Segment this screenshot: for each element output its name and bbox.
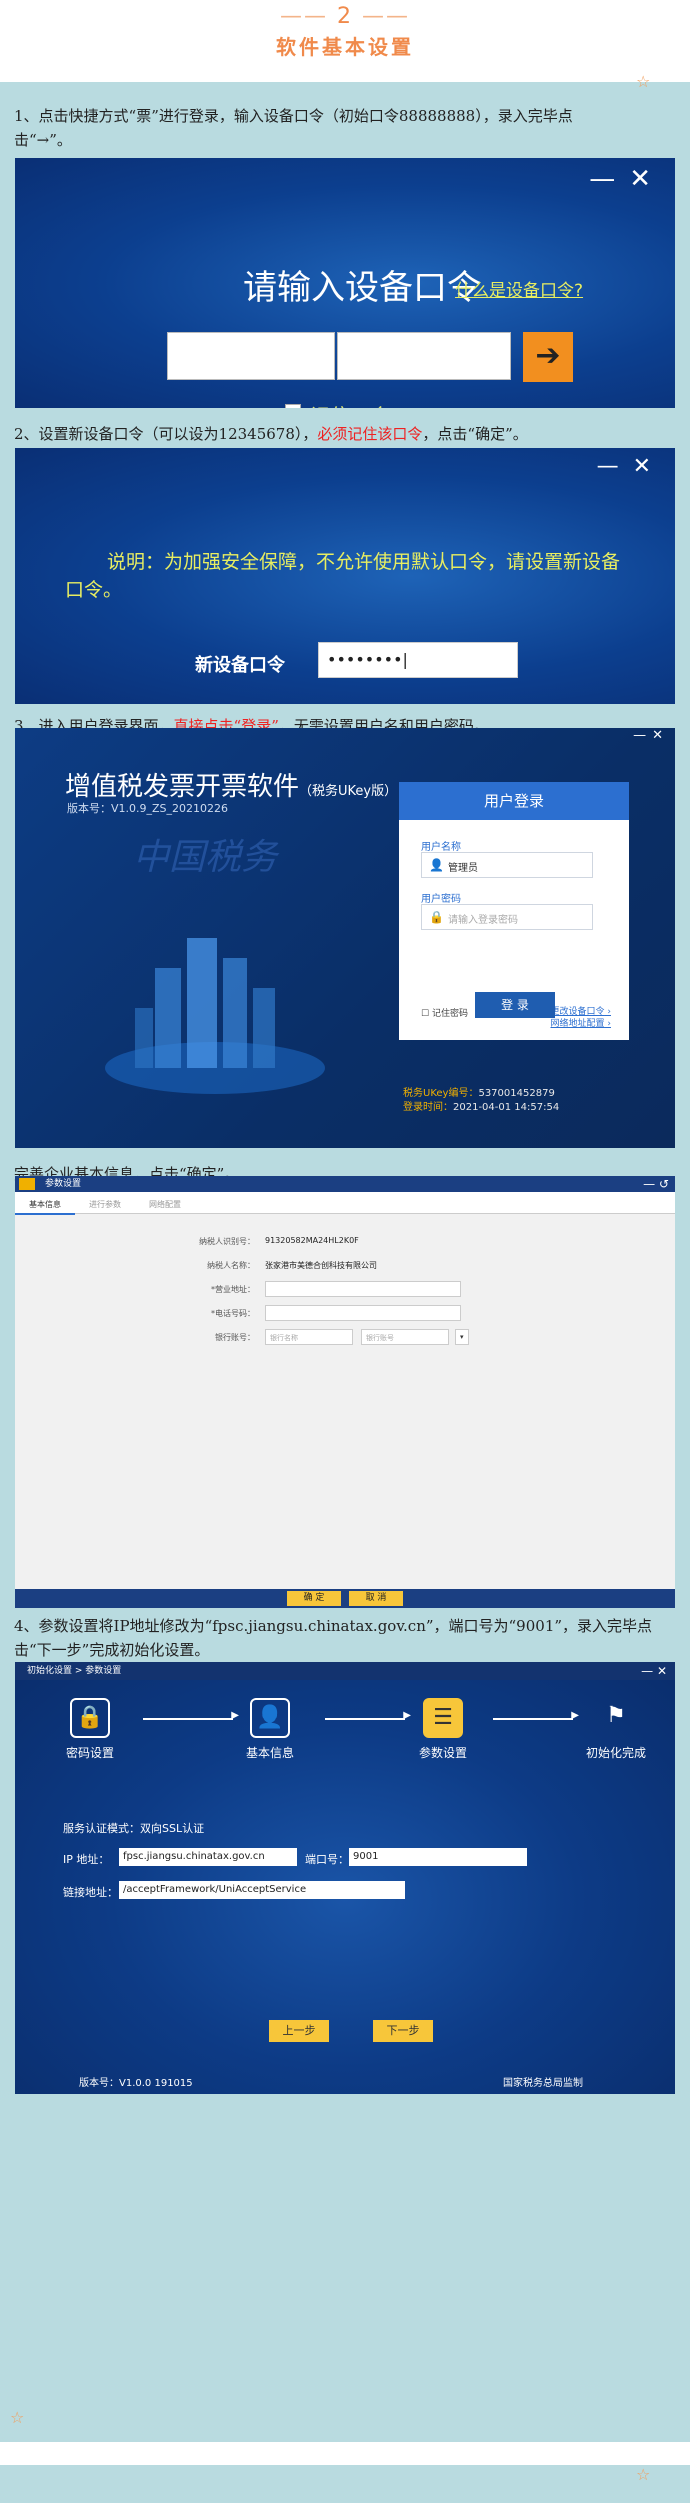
close-icon[interactable]: ✕ (633, 454, 665, 479)
login-time: 登录时间：2021-04-01 14:57:54 (403, 1102, 560, 1113)
page: —— 2 —— 软件基本设置 ☆ 1、点击快捷方式“票”进行登录，输入设备口令（… (0, 0, 690, 2503)
password-label: 用户密码 (421, 894, 461, 905)
dropdown-icon[interactable]: ▾ (455, 1329, 469, 1345)
window-title: 参数设置 (45, 1179, 82, 1189)
close-icon[interactable]: ✕ (629, 164, 665, 194)
device-password-dialog: —✕ 请输入设备口令 什么是设备口令? ➔ 记住口令 (15, 158, 675, 408)
step2-text: 2、设置新设备口令（可以设为12345678），必须记住该口令，点击“确定”。 (14, 425, 528, 443)
star-icon: ☆ (636, 2465, 651, 2484)
app-version: 版本号：V1.0.9_ZS_20210226 (67, 802, 229, 815)
minimize-icon[interactable]: — (641, 1664, 653, 1678)
tab-params[interactable]: 进行参数 (75, 1193, 135, 1215)
form-row: *营业地址： (15, 1280, 675, 1300)
security-note: 说明：为加强安全保障，不允许使用默认口令，请设置新设备口令。 (65, 551, 621, 601)
close-icon[interactable]: ✕ (652, 728, 669, 743)
section-title: 软件基本设置 (276, 35, 414, 59)
minimize-icon[interactable]: — (633, 728, 652, 743)
form-row: 纳税人名称： 张家港市美德合创科技有限公司 (207, 1261, 377, 1270)
app-logo-icon (19, 1178, 35, 1190)
cancel-button[interactable]: 取 消 (349, 1591, 403, 1606)
form-row: 纳税人识别号： 91320582MA24HL2K0F (199, 1236, 359, 1246)
password-input-1[interactable] (167, 332, 335, 380)
footer-version: 版本号：V1.0.0 191015 (79, 2078, 193, 2089)
lock-icon: 🔒 (429, 910, 444, 924)
login-window: —✕ 增值税发票开票软件（税务UKey版） 版本号：V1.0.9_ZS_2021… (15, 728, 675, 1148)
minimize-icon[interactable]: — (589, 164, 629, 194)
arrow-icon (143, 1710, 239, 1721)
back-icon[interactable]: ↺ (659, 1177, 669, 1191)
step-basic-info: 👤 基本信息 (225, 1698, 315, 1761)
confirm-button[interactable]: 确 定 (287, 1591, 341, 1606)
step-params: ☰ 参数设置 (398, 1698, 488, 1761)
section-header: —— 2 —— 软件基本设置 (0, 0, 690, 80)
network-config-link[interactable]: 网络地址配置 › (551, 1016, 611, 1029)
minimize-icon[interactable]: — (597, 454, 633, 479)
auth-mode: 服务认证模式：双向SSL认证 (63, 1822, 205, 1835)
brand-logo-text: 中国税务 (133, 837, 278, 878)
tab-basic-info[interactable]: 基本信息 (15, 1193, 75, 1215)
login-card-title: 用户登录 (399, 782, 629, 820)
link-input[interactable]: /acceptFramework/UniAcceptService (119, 1881, 405, 1899)
address-input[interactable] (265, 1281, 461, 1297)
step-password: 🔒 密码设置 (45, 1698, 135, 1761)
port-input[interactable]: 9001 (349, 1848, 527, 1866)
bank-name-input[interactable]: 银行名称 (265, 1329, 353, 1345)
next-button[interactable]: 下一步 (373, 2020, 433, 2042)
password-input-2[interactable] (337, 332, 511, 380)
tab-network[interactable]: 网络配置 (135, 1193, 195, 1215)
star-icon: ☆ (636, 72, 651, 91)
step-done: ⚑ 初始化完成 (571, 1698, 661, 1761)
settings-icon: ☰ (423, 1698, 463, 1738)
arrow-icon (325, 1710, 411, 1721)
port-label: 端口号： (305, 1853, 349, 1866)
footer-bar: 确 定 取 消 (15, 1589, 675, 1608)
app-title: 增值税发票开票软件（税务UKey版） (65, 772, 398, 802)
phone-input[interactable] (265, 1305, 461, 1321)
footer-org: 国家税务总局监制 (503, 2078, 583, 2089)
dialog-prompt: 请输入设备口令 (243, 268, 481, 308)
section-number: 2 (337, 4, 353, 29)
user-icon: 👤 (429, 858, 444, 872)
settings-window: 参数设置 — ↺ 基本信息 进行参数 网络配置 纳税人识别号： 91320582MA24… (15, 1176, 675, 1608)
link-label: 链接地址： (63, 1886, 118, 1899)
username-input[interactable]: 👤 管理员 (421, 852, 593, 878)
new-password-label: 新设备口令 (195, 655, 285, 676)
remember-password-checkbox[interactable]: ☐ 记住密码 (421, 1006, 468, 1019)
submit-arrow-button[interactable]: ➔ (523, 332, 573, 382)
tab-bar: 基本信息 进行参数 网络配置 (15, 1192, 675, 1215)
ukey-number: 税务UKey编号：537001452879 (403, 1088, 555, 1099)
form-row: *电话号码： (15, 1304, 675, 1324)
bank-account-input[interactable]: 银行账号 (361, 1329, 449, 1345)
remember-label: 记住口令 (310, 400, 390, 408)
init-settings-window: 初始化设置 > 参数设置 — ✕ 🔒密码设置 👤基本信息 ☰参数设置 ⚑初始化完成… (15, 1662, 675, 2094)
breadcrumb: 初始化设置 > 参数设置 (27, 1666, 122, 1676)
flag-icon: ⚑ (606, 1703, 626, 1728)
username-label: 用户名称 (421, 842, 461, 853)
ip-input[interactable]: fpsc.jiangsu.chinatax.gov.cn (119, 1848, 297, 1866)
login-button[interactable]: 登 录 (475, 992, 555, 1018)
step1-text: 1、点击快捷方式“票”进行登录，输入设备口令（初始口令88888888），录入完… (14, 107, 573, 149)
minimize-icon[interactable]: — (643, 1177, 655, 1191)
new-password-dialog: —✕ 说明：为加强安全保障，不允许使用默认口令，请设置新设备口令。 新设备口令 … (15, 448, 675, 704)
ip-label: IP 地址： (63, 1853, 110, 1866)
remember-checkbox[interactable] (285, 404, 301, 408)
what-is-password-link[interactable]: 什么是设备口令? (455, 276, 583, 301)
content-panel: ☆ 1、点击快捷方式“票”进行登录，输入设备口令（初始口令88888888），录… (0, 72, 690, 2442)
star-icon: ☆ (10, 2408, 25, 2427)
password-input[interactable]: 🔒 请输入登录密码 (421, 904, 593, 930)
id-card-icon: 👤 (250, 1698, 290, 1738)
login-card: 用户登录 用户名称 👤 管理员 用户密码 🔒 请输入登录密码 ☐ 记住密码 更改设备… (399, 782, 629, 1040)
form-row: 银行账号： 银行名称 银行账号 ▾ (15, 1328, 675, 1348)
lock-icon: 🔒 (70, 1698, 110, 1738)
close-icon[interactable]: ✕ (657, 1664, 667, 1678)
bottom-strip: ☆ (0, 2465, 690, 2503)
prev-button[interactable]: 上一步 (269, 2020, 329, 2042)
new-password-input[interactable]: ••••••••| (318, 642, 518, 678)
step4-text: 4、参数设置将IP地址修改为“fpsc.jiangsu.chinatax.gov… (14, 1617, 653, 1659)
city-illustration (105, 938, 325, 1094)
arrow-icon (493, 1710, 579, 1721)
